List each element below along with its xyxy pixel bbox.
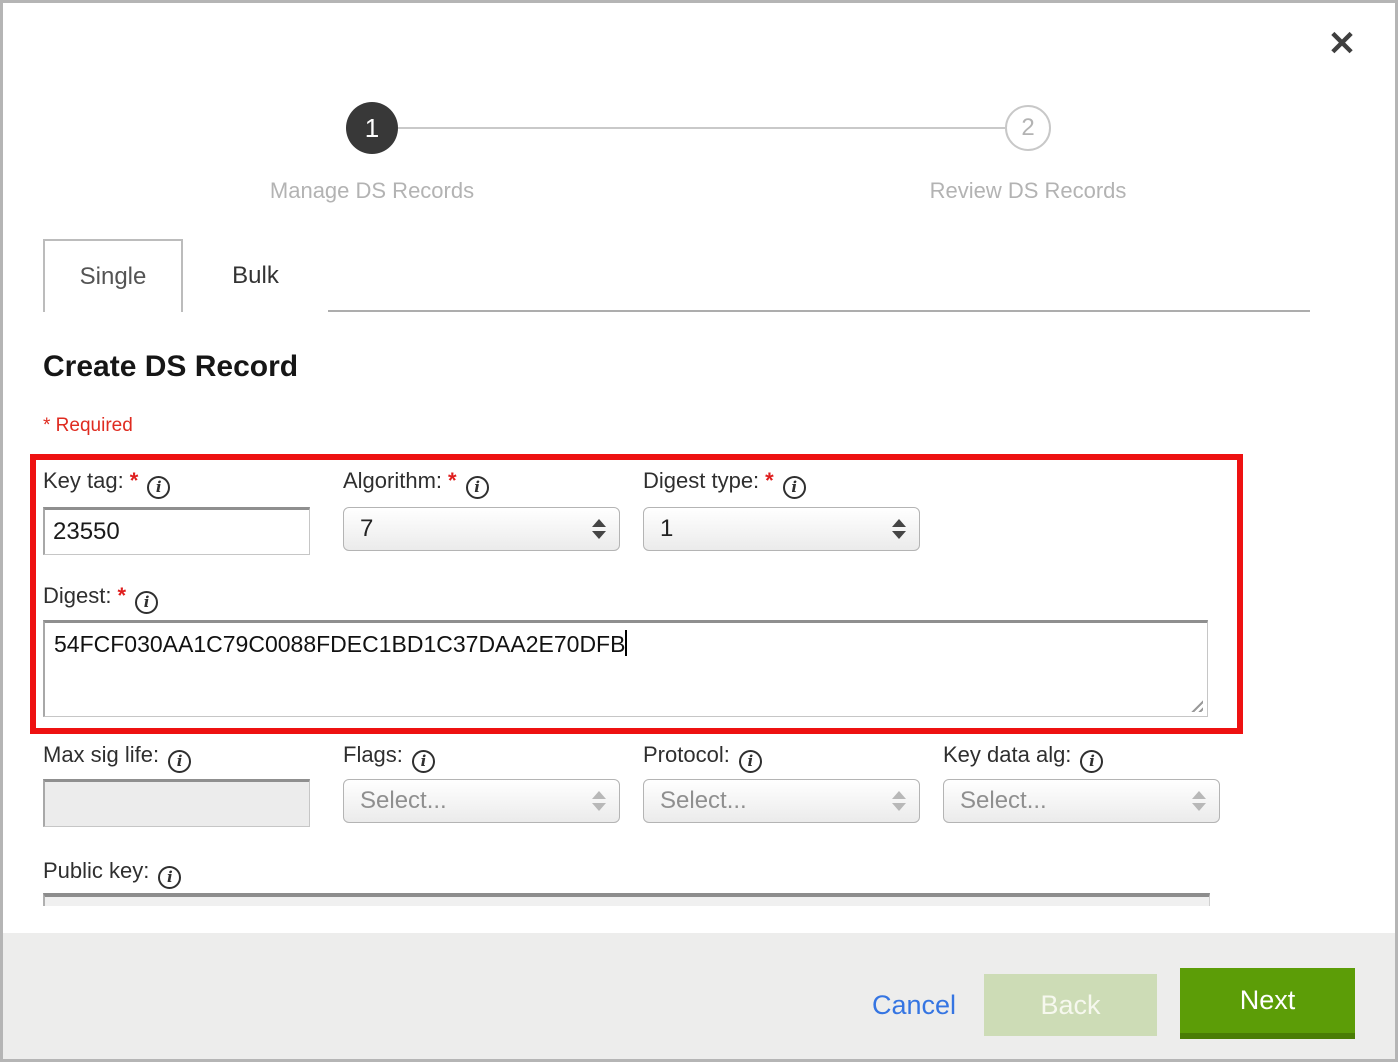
required-asterisk: * (765, 468, 774, 493)
max-sig-life-input[interactable] (43, 779, 310, 827)
digest-textarea[interactable]: 54FCF030AA1C79C0088FDEC1BD1C37DAA2E70DFB (43, 620, 1208, 717)
algorithm-select-value: 7 (360, 515, 373, 543)
select-arrows-icon (592, 519, 606, 539)
key-data-alg-label-text: Key data alg: (943, 742, 1071, 767)
flags-label-text: Flags: (343, 742, 403, 767)
max-sig-life-label-text: Max sig life: (43, 742, 159, 767)
key-tag-label: Key tag:* i (43, 468, 170, 499)
required-asterisk: * (448, 468, 457, 493)
stepper-step-2-circle: 2 (1005, 105, 1051, 151)
max-sig-life-label: Max sig life: i (43, 742, 191, 773)
stepper-step-1-circle: 1 (346, 102, 398, 154)
digest-value: 54FCF030AA1C79C0088FDEC1BD1C37DAA2E70DFB (54, 631, 625, 657)
info-icon[interactable]: i (135, 591, 158, 614)
select-arrows-icon (892, 791, 906, 811)
cancel-button[interactable]: Cancel (872, 990, 956, 1021)
tab-single[interactable]: Single (43, 239, 183, 312)
protocol-select-value: Select... (660, 787, 747, 815)
required-asterisk: * (117, 583, 126, 608)
required-asterisk: * (130, 468, 139, 493)
info-icon[interactable]: i (739, 750, 762, 773)
stepper-connector-line (398, 127, 1005, 129)
public-key-label: Public key: i (43, 858, 181, 889)
flags-select-value: Select... (360, 787, 447, 815)
info-icon[interactable]: i (783, 476, 806, 499)
tab-bulk[interactable]: Bulk (183, 239, 328, 312)
digest-type-select-value: 1 (660, 515, 673, 543)
text-caret (625, 630, 627, 656)
public-key-label-text: Public key: (43, 858, 149, 883)
select-arrows-icon (892, 519, 906, 539)
public-key-textarea[interactable] (43, 893, 1210, 906)
protocol-label: Protocol: i (643, 742, 762, 773)
stepper-step-2-label: Review DS Records (878, 178, 1178, 204)
select-arrows-icon (1192, 791, 1206, 811)
key-data-alg-label: Key data alg: i (943, 742, 1103, 773)
protocol-select[interactable]: Select... (643, 779, 920, 823)
info-icon[interactable]: i (147, 476, 170, 499)
key-tag-label-text: Key tag: (43, 468, 124, 493)
stepper-step-1-label: Manage DS Records (222, 178, 522, 204)
digest-type-label: Digest type:* i (643, 468, 806, 499)
info-icon[interactable]: i (1080, 750, 1103, 773)
required-note: * Required (43, 415, 133, 437)
key-tag-input[interactable] (43, 507, 310, 555)
info-icon[interactable]: i (466, 476, 489, 499)
protocol-label-text: Protocol: (643, 742, 730, 767)
digest-type-label-text: Digest type: (643, 468, 759, 493)
key-data-alg-select[interactable]: Select... (943, 779, 1220, 823)
digest-label-text: Digest: (43, 583, 111, 608)
info-icon[interactable]: i (412, 750, 435, 773)
digest-label: Digest:* i (43, 583, 158, 614)
close-icon[interactable]: ✕ (1320, 22, 1364, 66)
flags-select[interactable]: Select... (343, 779, 620, 823)
key-data-alg-select-value: Select... (960, 787, 1047, 815)
create-ds-record-modal: ✕ 1 2 Manage DS Records Review DS Record… (0, 0, 1398, 1062)
next-button[interactable]: Next (1180, 968, 1355, 1039)
info-icon[interactable]: i (158, 866, 181, 889)
select-arrows-icon (592, 791, 606, 811)
resize-handle-icon[interactable] (1188, 697, 1203, 712)
algorithm-label: Algorithm:* i (343, 468, 489, 499)
digest-type-select[interactable]: 1 (643, 507, 920, 551)
modal-footer: Cancel Back Next (0, 933, 1398, 1062)
info-icon[interactable]: i (168, 750, 191, 773)
algorithm-label-text: Algorithm: (343, 468, 442, 493)
page-title: Create DS Record (43, 350, 298, 384)
algorithm-select[interactable]: 7 (343, 507, 620, 551)
flags-label: Flags: i (343, 742, 435, 773)
back-button[interactable]: Back (984, 974, 1157, 1036)
